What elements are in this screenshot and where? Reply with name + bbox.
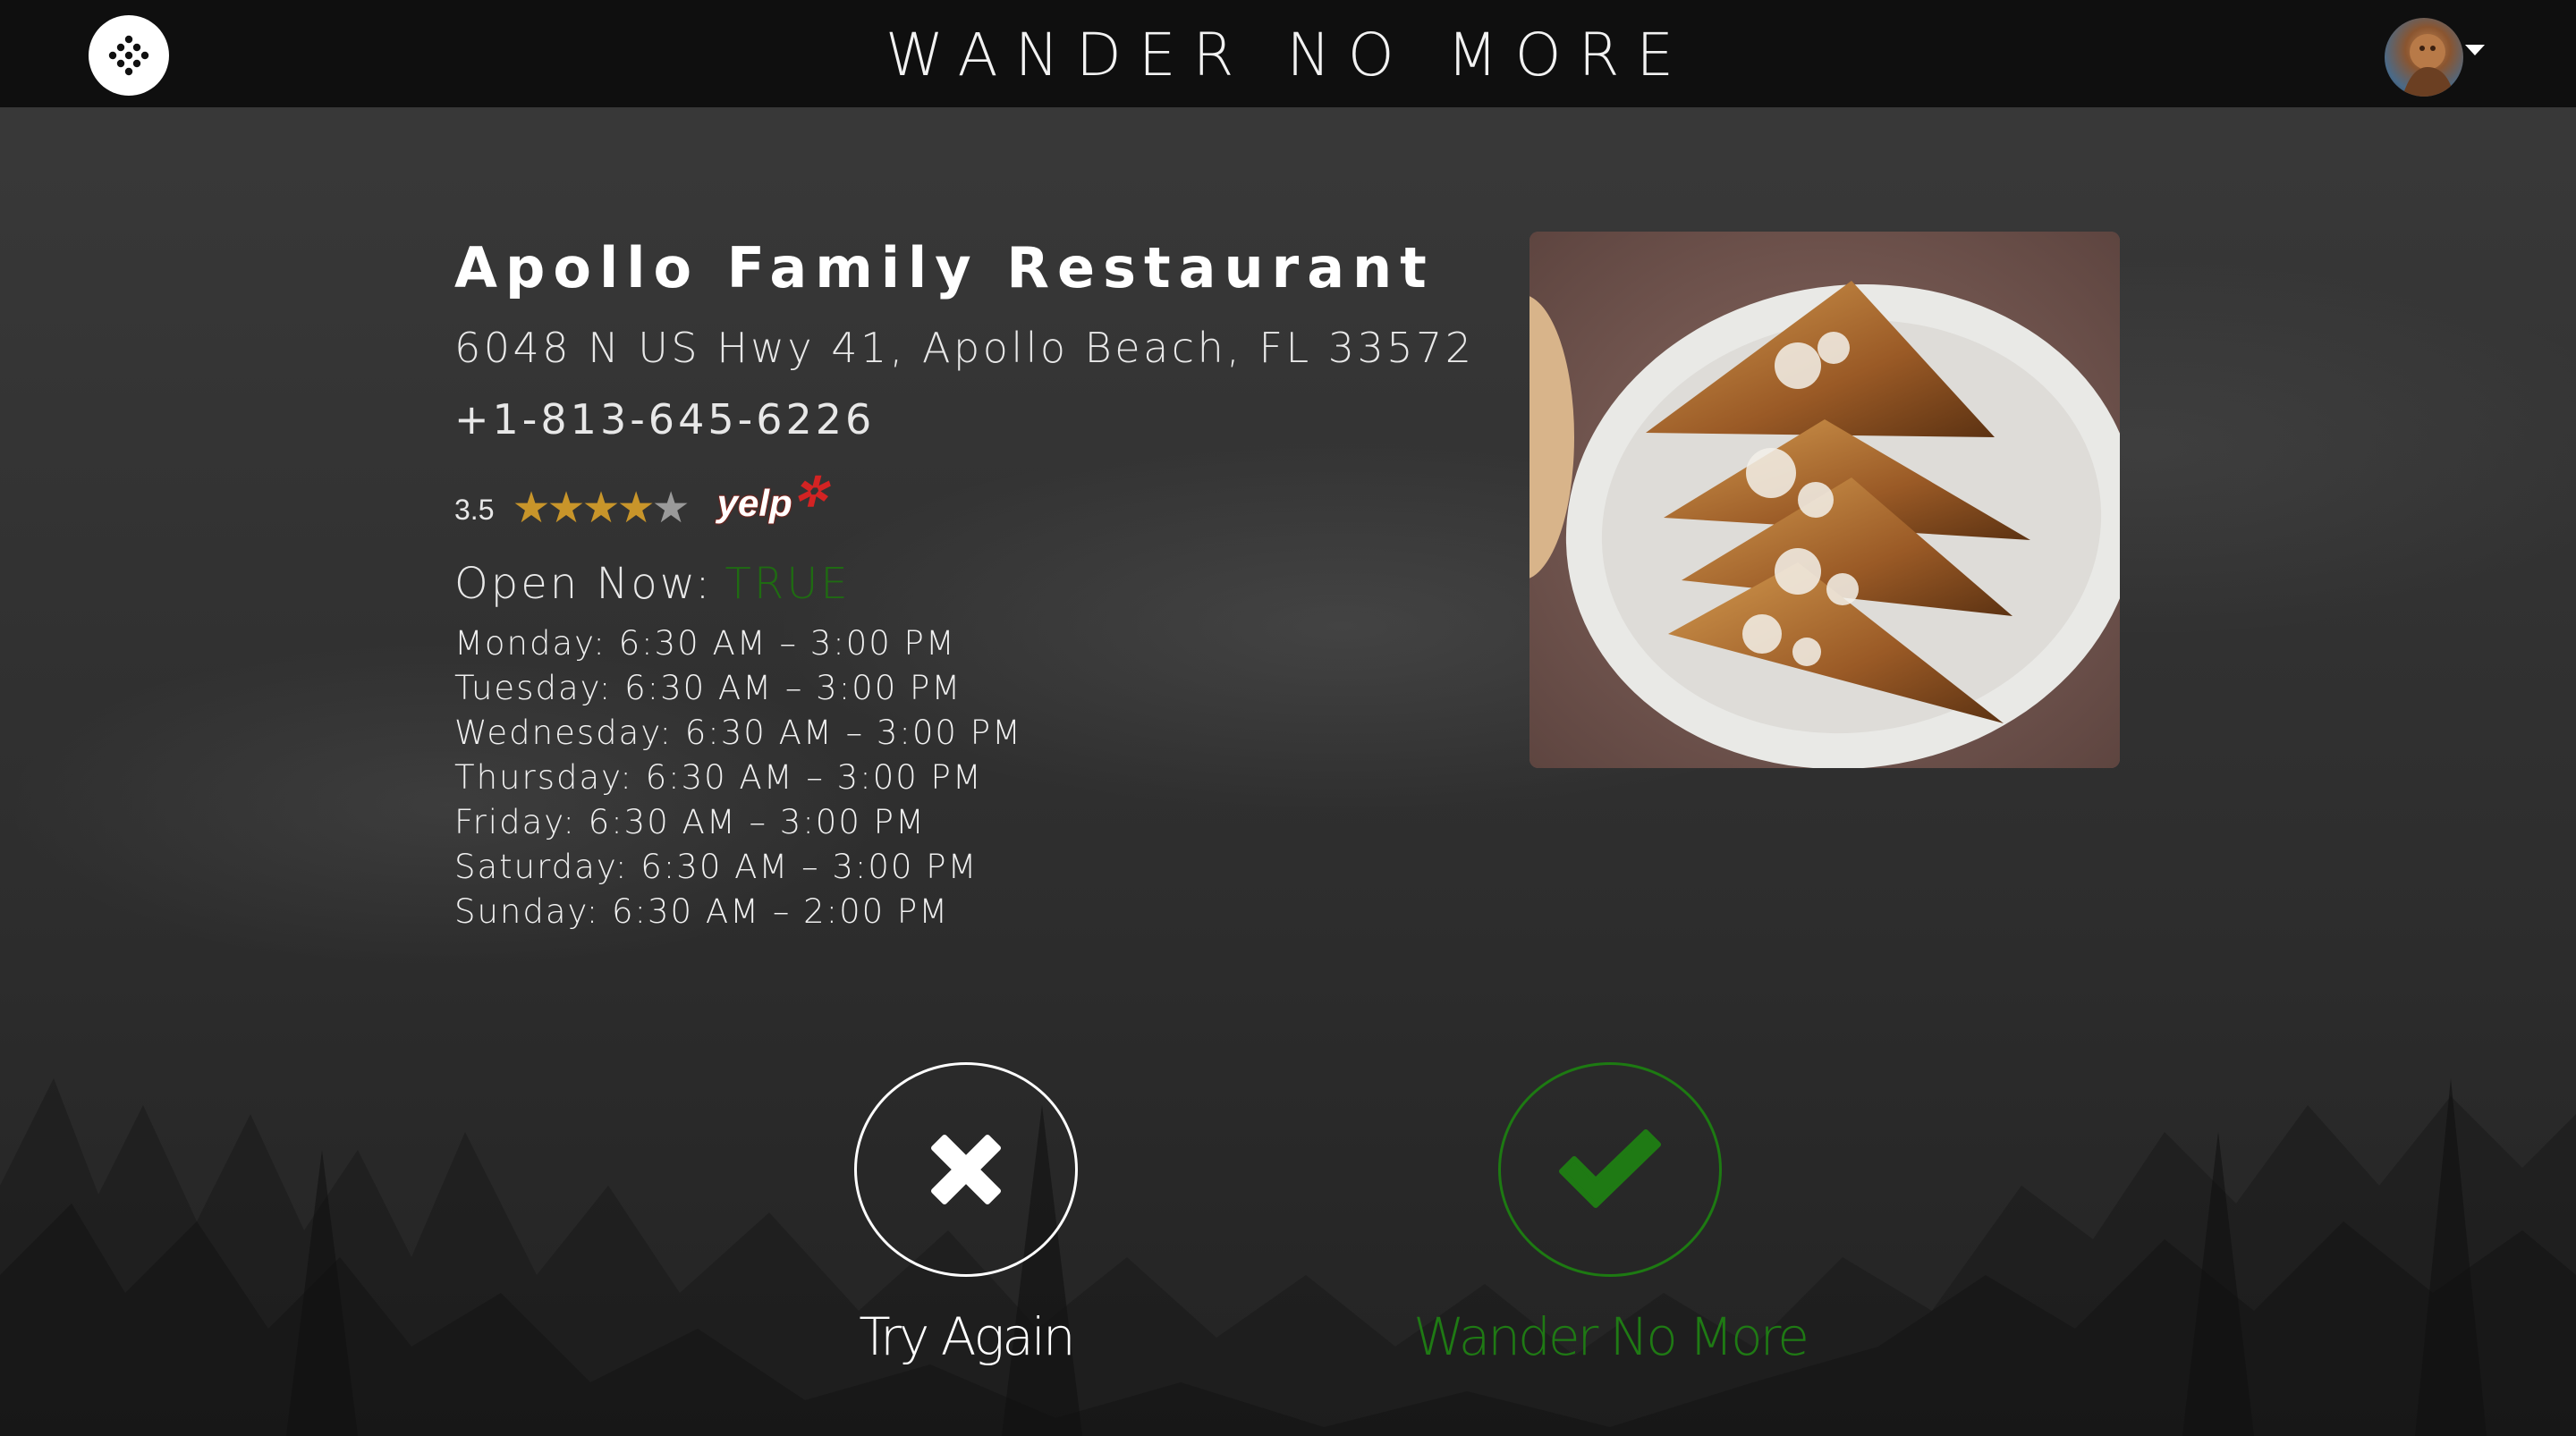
open-now-status: TRUE xyxy=(724,559,851,609)
wander-no-more-action: Wander No More xyxy=(1324,1062,1896,1368)
open-now-label: Open Now: xyxy=(454,559,713,609)
restaurant-details: Apollo Family Restaurant 6048 N US Hwy 4… xyxy=(454,228,1483,949)
star-icon: ★ xyxy=(512,485,551,532)
restaurant-address: 6048 N US Hwy 41, Apollo Beach, FL 33572 xyxy=(454,324,1475,372)
avatar-image xyxy=(2402,34,2454,97)
rating-value: 3.5 xyxy=(454,494,495,526)
yelp-burst-icon: ✲ xyxy=(793,469,828,515)
star-icon: ★ xyxy=(581,485,621,532)
open-now: Open Now: TRUE xyxy=(454,557,1483,611)
close-icon xyxy=(931,1135,1001,1204)
hours-sunday: Sunday: 6:30 AM – 2:00 PM xyxy=(454,892,950,931)
star-rating: ★ ★ ★ ★ ★ xyxy=(512,477,690,532)
star-icon: ★ xyxy=(547,485,586,532)
food-photo xyxy=(1530,232,2120,768)
hours-monday: Monday: 6:30 AM – 3:00 PM xyxy=(454,624,956,663)
user-avatar[interactable] xyxy=(2385,18,2463,97)
restaurant-name: Apollo Family Restaurant xyxy=(454,235,1435,300)
restaurant-phone: +1-813-645-6226 xyxy=(454,395,876,443)
caret-down-icon[interactable] xyxy=(2465,45,2485,55)
app-title: WANDER NO MORE xyxy=(885,21,1691,89)
restaurant-photo xyxy=(1530,232,2120,768)
wander-no-more-label[interactable]: Wander No More xyxy=(1324,1305,1896,1368)
hours-friday: Friday: 6:30 AM – 3:00 PM xyxy=(454,803,926,841)
try-again-action: Try Again xyxy=(809,1062,1123,1368)
star-icon: ★ xyxy=(616,485,656,532)
wander-no-more-button[interactable] xyxy=(1498,1062,1722,1277)
top-bar: WANDER NO MORE xyxy=(0,0,2576,107)
star-icon: ★ xyxy=(651,485,691,532)
hours-wednesday: Wednesday: 6:30 AM – 3:00 PM xyxy=(454,714,1022,752)
hours-thursday: Thursday: 6:30 AM – 3:00 PM xyxy=(454,758,983,797)
page: WANDER NO MORE Apollo Family Restaurant … xyxy=(0,0,2576,1436)
rating-row: 3.5 ★ ★ ★ ★ ★ yelp ✲ xyxy=(454,469,1483,532)
checkmark-icon xyxy=(1559,1129,1661,1208)
yelp-logo[interactable]: yelp ✲ xyxy=(717,469,828,525)
try-again-button[interactable] xyxy=(854,1062,1078,1277)
opening-hours: Monday: 6:30 AM – 3:00 PM Tuesday: 6:30 … xyxy=(454,621,1483,934)
hours-saturday: Saturday: 6:30 AM – 3:00 PM xyxy=(454,848,979,886)
hours-tuesday: Tuesday: 6:30 AM – 3:00 PM xyxy=(454,669,962,707)
try-again-label[interactable]: Try Again xyxy=(809,1305,1123,1368)
